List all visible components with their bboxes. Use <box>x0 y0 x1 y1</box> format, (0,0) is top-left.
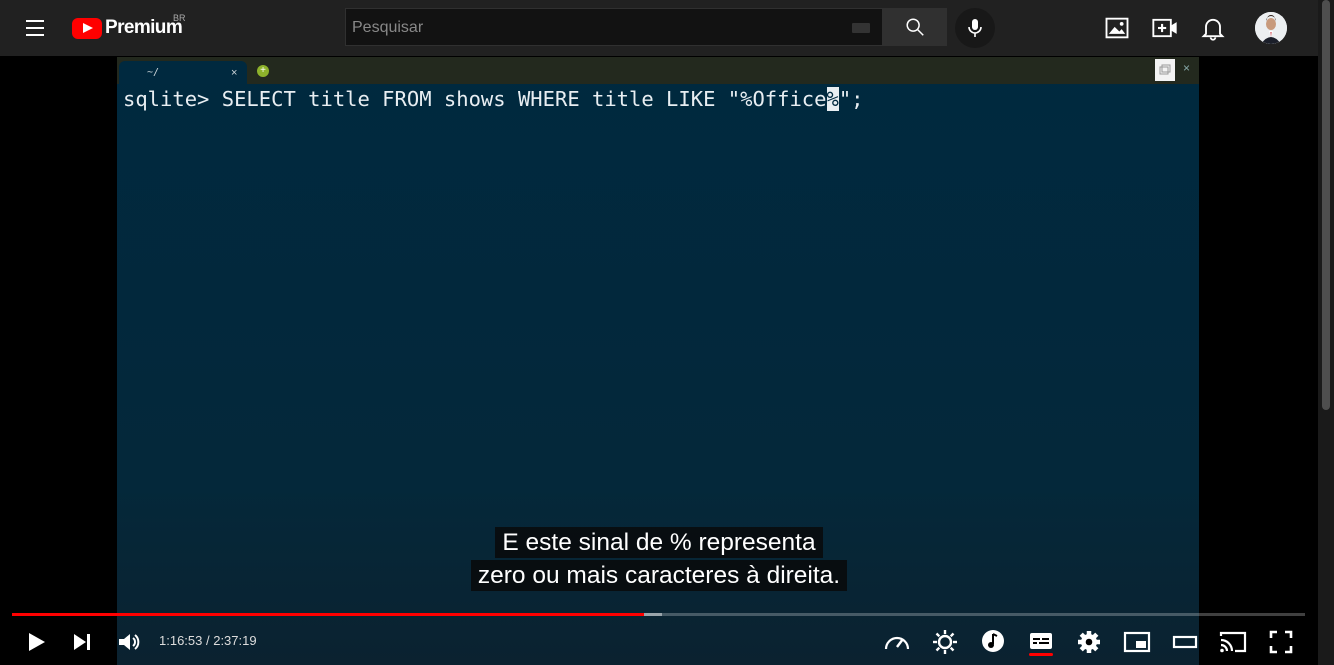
speed-icon[interactable] <box>881 626 913 658</box>
time-display: 1:16:53 / 2:37:19 <box>159 633 257 648</box>
maximize-icon[interactable] <box>1155 59 1175 81</box>
command-text: sqlite> SELECT title FROM shows WHERE ti… <box>123 87 827 111</box>
search-input[interactable] <box>346 9 854 47</box>
masthead: Premium BR <box>0 0 1334 56</box>
terminal-tab[interactable]: ~/ × <box>119 61 247 84</box>
page-scrollbar[interactable] <box>1318 0 1334 665</box>
logo-text: Premium <box>105 17 183 38</box>
search-icon <box>906 18 924 36</box>
music-icon[interactable] <box>977 626 1009 658</box>
next-icon[interactable] <box>66 626 98 658</box>
terminal-command-line: sqlite> SELECT title FROM shows WHERE ti… <box>123 87 864 111</box>
fullscreen-icon[interactable] <box>1265 626 1297 658</box>
caption-text-2: zero ou mais caracteres à direita. <box>470 560 848 591</box>
create-icon[interactable] <box>1151 14 1179 42</box>
caption-line-1: E este sinal de % representa <box>0 526 1318 559</box>
scrollbar-thumb[interactable] <box>1322 0 1330 410</box>
ambient-icon[interactable] <box>929 626 961 658</box>
keyboard-icon[interactable] <box>852 23 870 33</box>
country-code: BR <box>173 13 186 23</box>
terminal-tab-bar: ~/ × + × <box>117 57 1199 84</box>
caption-line-2: zero ou mais caracteres à direita. <box>0 559 1318 592</box>
menu-icon[interactable] <box>16 10 56 46</box>
theater-icon[interactable] <box>1169 626 1201 658</box>
close-window-icon[interactable]: × <box>1183 61 1190 75</box>
mic-icon <box>968 19 982 37</box>
bell-icon[interactable] <box>1199 14 1227 42</box>
image-icon[interactable] <box>1103 14 1131 42</box>
search-box <box>345 8 883 47</box>
cast-icon[interactable] <box>1217 626 1249 658</box>
voice-search-button[interactable] <box>955 8 995 48</box>
progress-played <box>12 613 645 616</box>
volume-icon[interactable] <box>113 626 145 658</box>
command-text-end: "; <box>838 87 864 111</box>
terminal-tab-label: ~/ <box>147 67 160 78</box>
caption-text-1: E este sinal de % representa <box>495 527 823 558</box>
youtube-logo[interactable]: Premium <box>72 16 183 40</box>
youtube-logo-icon <box>72 17 102 39</box>
search-button[interactable] <box>883 8 947 46</box>
terminal-cursor: % <box>826 87 839 111</box>
subtitles-icon[interactable] <box>1025 626 1057 658</box>
play-icon[interactable] <box>20 626 52 658</box>
window-restore-icon <box>1159 64 1171 75</box>
close-icon[interactable]: × <box>231 67 237 79</box>
avatar[interactable] <box>1255 12 1287 44</box>
avatar-photo-icon <box>1255 12 1287 44</box>
add-tab-icon[interactable]: + <box>257 65 269 77</box>
time-current: 1:16:53 <box>159 633 203 648</box>
miniplayer-icon[interactable] <box>1121 626 1153 658</box>
time-separator: / <box>202 633 214 648</box>
time-total: 2:37:19 <box>213 633 257 648</box>
progress-bar[interactable] <box>12 613 1305 616</box>
settings-icon[interactable] <box>1073 626 1105 658</box>
